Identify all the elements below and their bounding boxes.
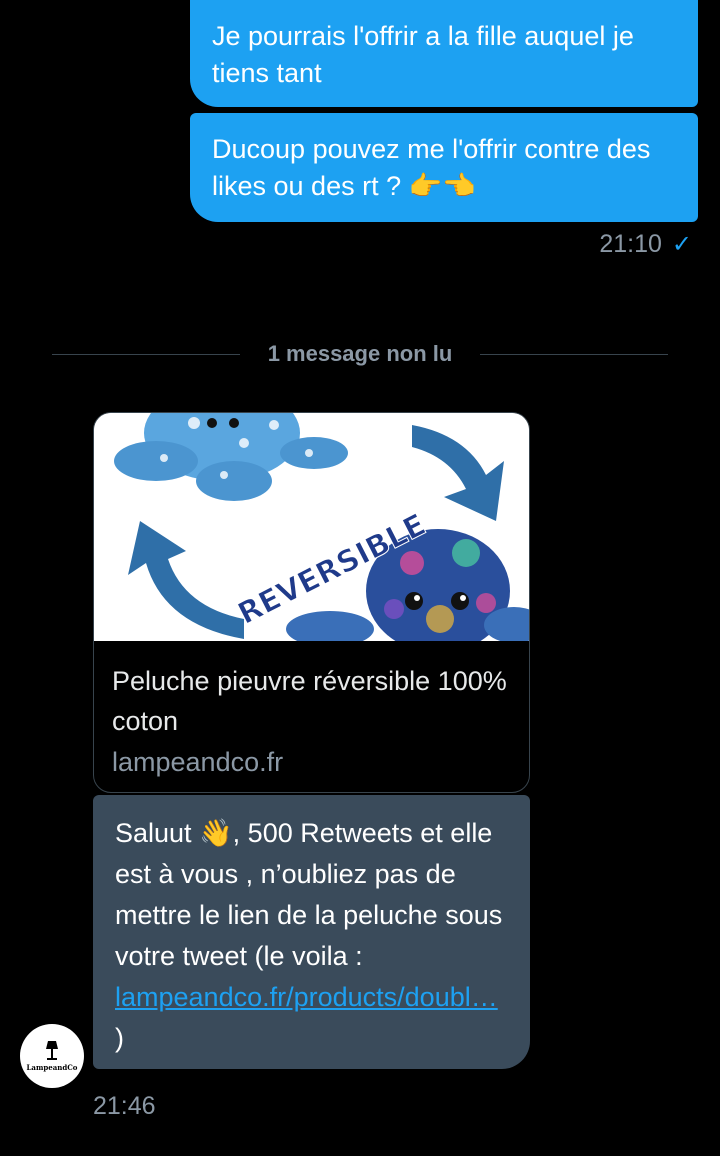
message-text: Je pourrais l'offrir a la fille auquel j…	[212, 21, 634, 88]
divider-line	[480, 353, 668, 355]
avatar-label: LampeandCo	[26, 1062, 78, 1072]
unread-divider: 1 message non lu	[52, 336, 668, 372]
message-timestamp: 21:46	[93, 1092, 156, 1120]
incoming-message[interactable]: Saluut 👋, 500 Retweets et elle est à vou…	[93, 795, 530, 1069]
link-preview-title: Peluche pieuvre réversible 100% coton	[112, 666, 507, 736]
divider-line	[52, 353, 240, 355]
link-preview-domain: lampeandco.fr	[112, 747, 284, 777]
message-timestamp: 21:10	[599, 230, 662, 258]
avatar[interactable]: LampeandCo	[20, 1024, 84, 1088]
outgoing-message-meta: 21:10 ✓	[599, 230, 692, 259]
link-preview-card[interactable]: REVERSIBLE Peluche pieuvre réversible 10…	[93, 412, 530, 793]
link-preview-image: REVERSIBLE	[94, 413, 529, 641]
message-text: Saluut 👋, 500 Retweets et elle est à vou…	[115, 818, 503, 971]
unread-label: 1 message non lu	[267, 341, 453, 366]
product-link[interactable]: lampeandco.fr/products/doubl…	[115, 982, 498, 1012]
message-text-end: )	[115, 1023, 124, 1053]
lamp-icon	[46, 1040, 58, 1060]
check-icon: ✓	[671, 231, 692, 258]
message-text: Ducoup pouvez me l'offrir contre des lik…	[212, 134, 651, 201]
dm-conversation: Je pourrais l'offrir a la fille auquel j…	[0, 0, 720, 1156]
outgoing-message[interactable]: Ducoup pouvez me l'offrir contre des lik…	[190, 113, 698, 222]
outgoing-message[interactable]: Je pourrais l'offrir a la fille auquel j…	[190, 0, 698, 107]
